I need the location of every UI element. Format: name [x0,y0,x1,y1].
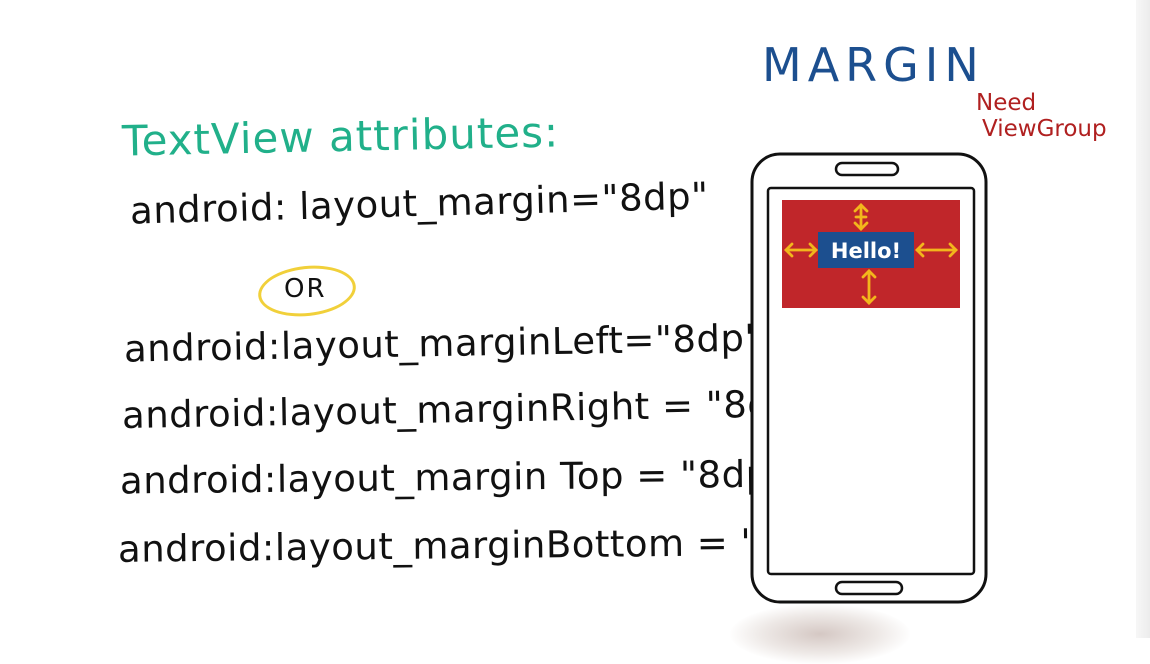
or-marker: OR [255,261,359,321]
phone-speaker [834,161,900,177]
attr-layout-margin-right: android:layout_marginRight = "8dp" [121,381,814,438]
hello-label: Hello! [831,239,901,263]
need-viewgroup-note: Need ViewGroup [976,90,1126,142]
presenter-hand-blur [730,604,910,664]
or-label: OR [284,274,327,304]
phone-home-button [834,580,904,596]
attr-layout-margin-left: android:layout_marginLeft="8dp" [123,316,763,371]
right-edge-strip [1136,0,1150,638]
note-line-2: ViewGroup [982,116,1107,142]
attr-layout-margin-top: android:layout_margin Top = "8dp" [119,452,788,503]
attr-layout-margin-bottom: android:layout_marginBottom = "8dp" [117,520,848,571]
attr-layout-margin: android: layout_margin="8dp" [129,174,710,233]
whiteboard: TextView attributes: android: layout_mar… [0,0,1150,664]
note-line-1: Need [976,90,1037,116]
textview-attributes-heading: TextView attributes: [121,107,560,166]
phone-illustration: Hello! [750,152,988,604]
margin-title: MARGIN [762,38,985,92]
